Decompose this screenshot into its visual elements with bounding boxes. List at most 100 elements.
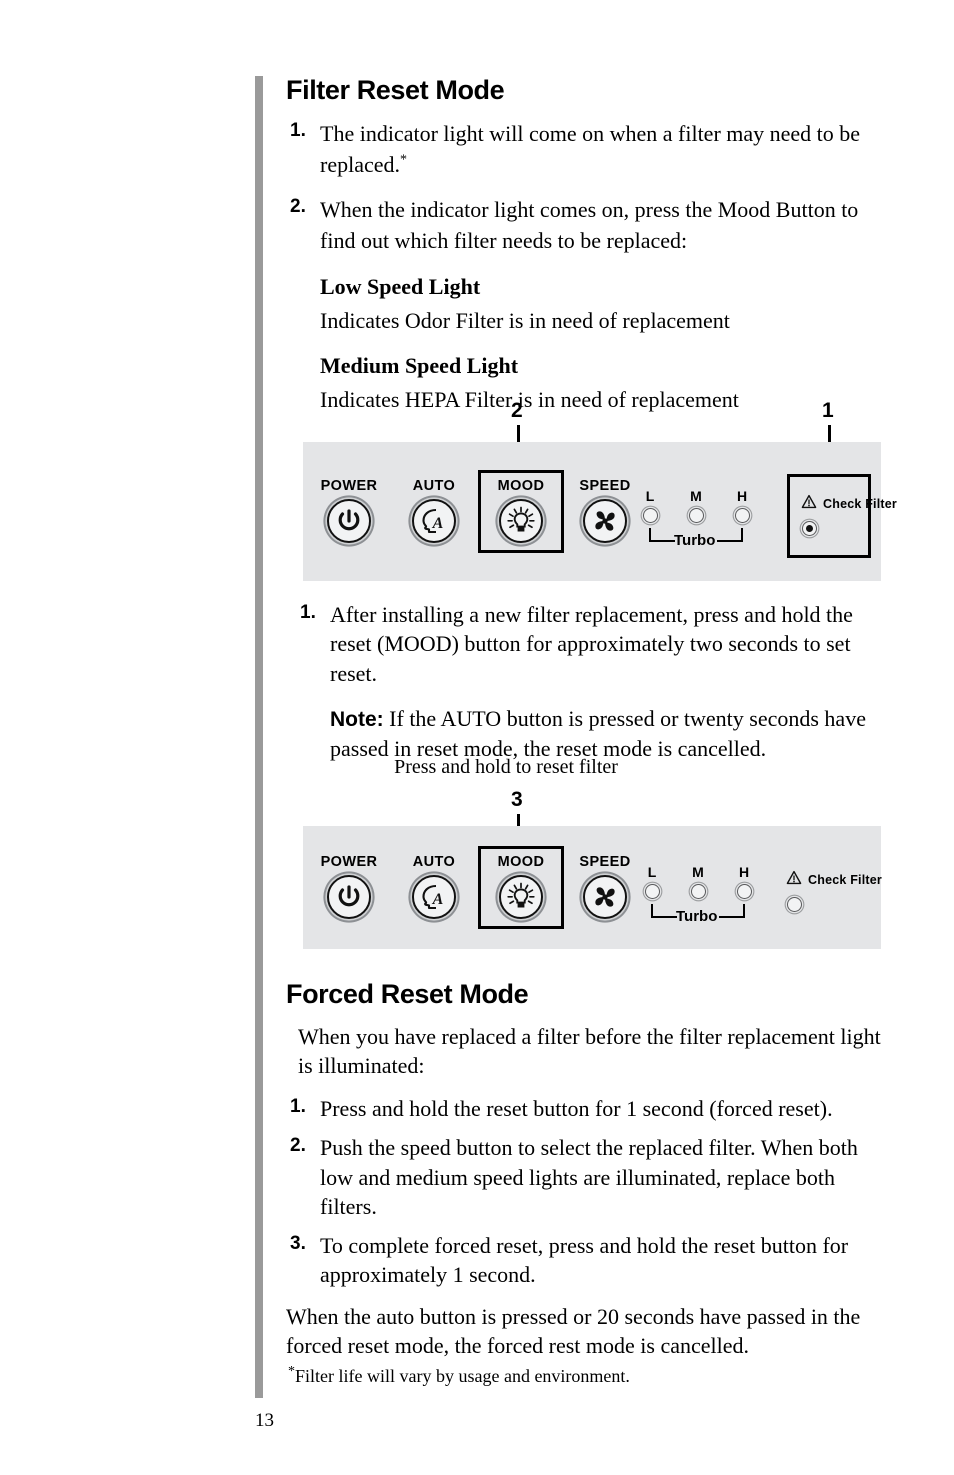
led-low-lamp — [642, 508, 658, 523]
list-item: 2. When the indicator light comes on, pr… — [286, 194, 886, 256]
list-item-text: The indicator light will come on when a … — [320, 118, 886, 180]
note-text: If the AUTO button is pressed or twenty … — [330, 705, 866, 761]
reset-steps: 1. After installing a new filter replace… — [296, 600, 881, 688]
power-button[interactable]: POWER — [301, 854, 397, 919]
mood-button-label: MOOD — [497, 478, 545, 494]
led-high: H — [725, 488, 759, 523]
led-low-label: L — [647, 864, 657, 880]
led-high-label: H — [738, 864, 750, 880]
medium-speed-light-heading: Medium Speed Light — [320, 352, 519, 378]
led-medium: M — [679, 488, 713, 523]
check-filter-label: Check Filter — [823, 497, 897, 511]
callout-number-1: 1 — [822, 399, 834, 422]
mood-button[interactable]: MOOD — [473, 854, 569, 919]
warning-triangle-icon — [801, 494, 817, 514]
mood-button-label: MOOD — [497, 854, 545, 870]
led-high: H — [727, 864, 761, 899]
note-label: Note: — [330, 707, 384, 731]
speed-fan-icon — [583, 875, 627, 919]
power-icon — [327, 875, 371, 919]
figure-2-caption: Press and hold to reset filter — [394, 756, 618, 778]
led-medium: M — [681, 864, 715, 899]
svg-text:A: A — [432, 891, 444, 908]
warning-triangle-icon — [786, 870, 802, 890]
turbo-label: Turbo — [676, 908, 718, 925]
list-item-number: 3. — [290, 1233, 306, 1255]
auto-head-icon: A — [412, 499, 456, 543]
auto-button[interactable]: AUTO A — [386, 478, 482, 543]
turbo-label: Turbo — [674, 532, 716, 549]
left-margin-rule — [255, 76, 263, 1398]
control-panel-surface: POWER AUTO A MOOD SPEED L M H Turbo Chec… — [301, 826, 882, 949]
check-filter-indicator: Check Filter — [786, 870, 882, 912]
low-speed-light-heading: Low Speed Light — [320, 273, 481, 299]
auto-head-icon: A — [412, 875, 456, 919]
list-item: 1. The indicator light will come on when… — [286, 118, 886, 180]
page-number: 13 — [255, 1410, 274, 1431]
auto-button[interactable]: AUTO A — [386, 854, 482, 919]
svg-text:A: A — [432, 515, 444, 532]
check-filter-indicator: Check Filter — [801, 494, 897, 536]
callout-number-3: 3 — [511, 788, 523, 811]
turbo-bracket-left-arm — [651, 916, 677, 918]
list-item-number: 1. — [290, 1096, 306, 1118]
list-item: 3. To complete forced reset, press and h… — [286, 1231, 886, 1290]
list-item-number: 2. — [290, 196, 306, 218]
page-title-forced-reset-mode: Forced Reset Mode — [286, 979, 529, 1009]
check-filter-row: Check Filter — [786, 870, 882, 890]
list-item-text: When the indicator light comes on, press… — [320, 197, 859, 254]
power-button[interactable]: POWER — [301, 478, 397, 543]
control-panel-surface: POWER AUTO A MOOD SPEED L M H Turbo Chec… — [301, 442, 897, 581]
list-item-text: Push the speed button to select the repl… — [320, 1135, 858, 1219]
led-medium-label: M — [690, 488, 702, 504]
mood-lightbulb-icon — [499, 499, 543, 543]
check-filter-lamp — [802, 521, 817, 536]
list-item-text-inner: The indicator light will come on when a … — [320, 120, 861, 177]
power-button-label: POWER — [320, 854, 378, 870]
check-filter-label: Check Filter — [808, 873, 882, 887]
page-content: Filter Reset Mode 1. The indicator light… — [286, 75, 886, 419]
led-medium-lamp — [690, 884, 706, 899]
led-medium-label: M — [692, 864, 704, 880]
led-low: L — [633, 488, 667, 523]
led-high-label: H — [736, 488, 748, 504]
check-filter-row: Check Filter — [801, 494, 897, 514]
list-item-number: 1. — [300, 602, 316, 623]
forced-reset-steps: 1. Press and hold the reset button for 1… — [286, 1094, 886, 1290]
led-high-lamp — [736, 884, 752, 899]
auto-button-label: AUTO — [412, 854, 456, 870]
list-item-text: After installing a new filter replacemen… — [330, 602, 853, 686]
list-item-text: Press and hold the reset button for 1 se… — [320, 1096, 833, 1122]
medium-speed-light-description: Indicates HEPA Filter is in need of repl… — [320, 387, 739, 413]
speed-indicator-leds: L M H Turbo — [633, 488, 758, 550]
speed-indicator-leds: L M H Turbo — [635, 864, 760, 926]
page-title-filter-reset-mode: Filter Reset Mode — [286, 75, 505, 105]
led-medium-lamp — [688, 508, 704, 523]
list-item-number: 2. — [290, 1135, 306, 1157]
reset-note: Note: If the AUTO button is pressed or t… — [330, 704, 881, 763]
mood-lightbulb-icon — [499, 875, 543, 919]
turbo-bracket-right-arm — [719, 916, 745, 918]
check-filter-lamp — [787, 897, 802, 912]
led-low-lamp — [644, 884, 660, 899]
list-item: 1. After installing a new filter replace… — [296, 600, 881, 688]
led-low-label: L — [645, 488, 655, 504]
power-icon — [327, 499, 371, 543]
speed-fan-icon — [583, 499, 627, 543]
led-low: L — [635, 864, 669, 899]
footnote-reference: * — [400, 152, 407, 168]
mood-button[interactable]: MOOD — [473, 478, 569, 543]
callout-number-2: 2 — [511, 399, 523, 422]
forced-reset-closing-paragraph: When the auto button is pressed or 20 se… — [286, 1303, 861, 1358]
power-button-label: POWER — [320, 478, 378, 494]
list-item-text: To complete forced reset, press and hold… — [320, 1233, 849, 1288]
turbo-bracket-left-arm — [649, 540, 675, 542]
footnote: *Filter life will vary by usage and envi… — [288, 1365, 630, 1388]
list-item-number: 1. — [290, 119, 306, 141]
turbo-bracket: Turbo — [633, 528, 758, 550]
reset-instructions-block: 1. After installing a new filter replace… — [296, 600, 881, 763]
led-high-lamp — [734, 508, 750, 523]
turbo-bracket: Turbo — [635, 904, 760, 926]
forced-reset-section: Forced Reset Mode When you have replaced… — [286, 979, 886, 1360]
forced-reset-lead: When you have replaced a filter before t… — [298, 1023, 881, 1078]
